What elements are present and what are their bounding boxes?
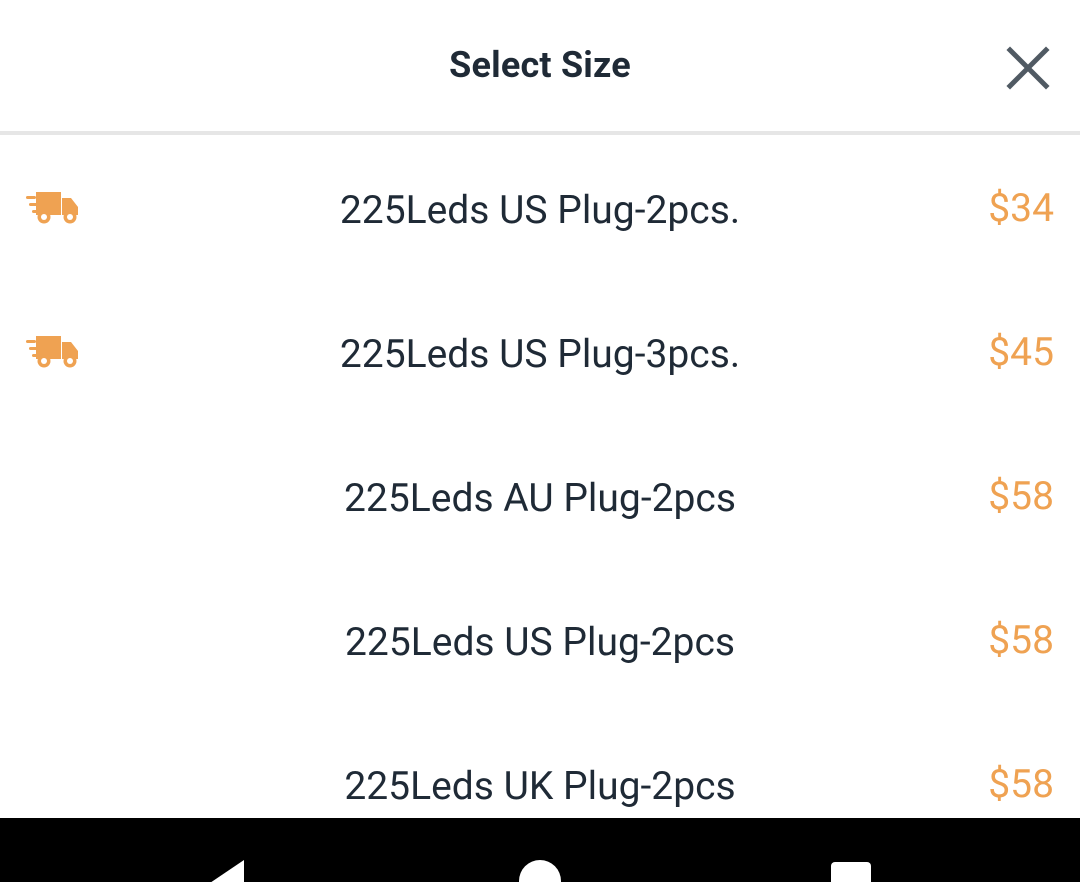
size-option-price: $58 [988,617,1054,663]
size-option-row[interactable]: 225Leds AU Plug-2pcs $58 [0,423,1080,567]
fast-shipping-truck-icon [24,333,82,369]
size-selector-sheet: Select Size 225Leds US Plug-2pcs. $34 22… [0,0,1080,818]
size-option-label: 225Leds US Plug-2pcs [345,619,735,665]
size-option-row[interactable]: 225Leds US Plug-2pcs $58 [0,567,1080,711]
sheet-title: Select Size [449,44,631,86]
fast-shipping-truck-icon [24,189,82,225]
system-navigation-bar [0,818,1080,882]
size-option-price: $58 [988,761,1054,807]
size-option-row[interactable]: 225Leds US Plug-2pcs. $34 [0,135,1080,279]
size-option-row[interactable]: 225Leds UK Plug-2pcs $58 [0,711,1080,818]
size-option-label: 225Leds UK Plug-2pcs [344,763,736,809]
size-option-price: $45 [988,329,1054,375]
home-circle-icon[interactable] [519,860,561,882]
sheet-header: Select Size [0,0,1080,131]
close-button[interactable] [996,36,1060,100]
back-triangle-icon[interactable] [196,858,256,882]
close-icon [1006,46,1050,90]
size-option-row[interactable]: 225Leds US Plug-3pcs. $45 [0,279,1080,423]
size-option-price: $58 [988,473,1054,519]
size-option-price: $34 [988,185,1054,231]
size-option-list: 225Leds US Plug-2pcs. $34 225Leds US Plu… [0,135,1080,818]
recent-apps-square-icon[interactable] [831,862,871,882]
size-option-label: 225Leds US Plug-2pcs. [339,187,741,233]
size-option-label: 225Leds AU Plug-2pcs [344,475,736,521]
size-option-label: 225Leds US Plug-3pcs. [339,331,741,377]
